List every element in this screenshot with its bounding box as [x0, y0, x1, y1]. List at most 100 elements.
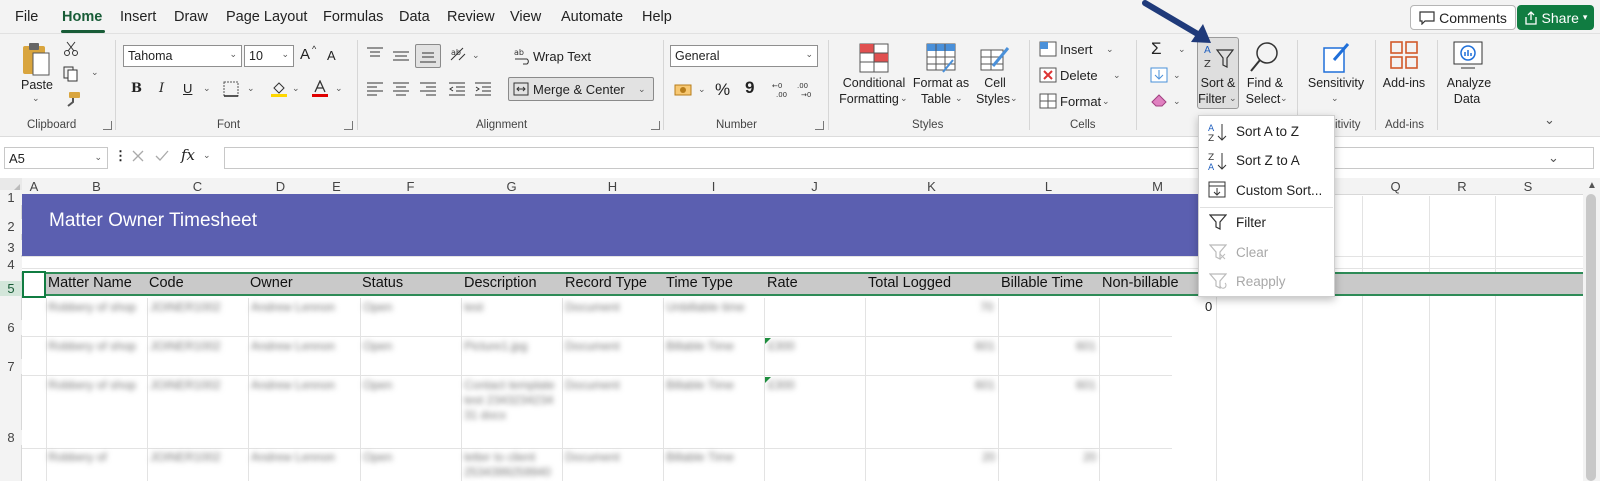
- cell-value[interactable]: Billable Time: [666, 378, 734, 393]
- cell-value[interactable]: Document: [565, 450, 620, 465]
- error-indicator-icon[interactable]: [765, 338, 771, 344]
- merge-dropdown-icon[interactable]: ⌄: [638, 84, 646, 95]
- header-status[interactable]: Status: [362, 275, 403, 291]
- format-table-dropdown-icon[interactable]: ⌄: [955, 93, 963, 104]
- insert-function-button[interactable]: fx: [181, 146, 195, 164]
- header-description[interactable]: Description: [464, 275, 537, 291]
- fill-icon[interactable]: [1150, 67, 1168, 83]
- add-ins-label[interactable]: Add-ins: [1380, 75, 1428, 91]
- column-header-k[interactable]: K: [865, 179, 998, 194]
- scrollbar-thumb[interactable]: [1586, 194, 1596, 481]
- fill-color-dropdown-icon[interactable]: ⌄: [292, 83, 300, 94]
- cell-value[interactable]: Robbery of shop: [48, 339, 142, 354]
- column-header-b[interactable]: B: [46, 179, 147, 194]
- header-code[interactable]: Code: [149, 275, 184, 291]
- sort-a-to-z-item[interactable]: Sort A to Z: [1236, 124, 1299, 139]
- tab-help[interactable]: Help: [642, 9, 672, 25]
- middle-align-icon[interactable]: [392, 49, 410, 63]
- conditional-dropdown-icon[interactable]: ⌄: [900, 93, 908, 104]
- row-header-7[interactable]: 7: [0, 359, 22, 374]
- sensitivity-icon[interactable]: [1320, 40, 1352, 74]
- cell-value[interactable]: Document: [565, 339, 620, 354]
- expand-formula-bar-icon[interactable]: ⌄: [1548, 150, 1559, 166]
- row-header-6[interactable]: 6: [0, 320, 22, 335]
- header-rate[interactable]: Rate: [767, 275, 798, 291]
- header-non-billable[interactable]: Non-billable: [1102, 275, 1179, 291]
- column-header-g[interactable]: G: [461, 179, 562, 194]
- cell-value[interactable]: 20: [1083, 450, 1096, 465]
- column-header-r[interactable]: R: [1429, 179, 1495, 194]
- cell-value[interactable]: £300: [768, 339, 795, 354]
- header-record-type[interactable]: Record Type: [565, 275, 647, 291]
- column-header-c[interactable]: C: [147, 179, 248, 194]
- fx-dropdown-icon[interactable]: ⌄: [203, 150, 211, 161]
- insert-dropdown-icon[interactable]: ⌄: [1106, 44, 1114, 55]
- format-dropdown-icon[interactable]: ⌄: [1102, 96, 1110, 107]
- decrease-font-icon[interactable]: A: [327, 48, 336, 63]
- share-dropdown-icon[interactable]: ▾: [1583, 12, 1588, 23]
- sort-z-to-a-item[interactable]: Sort Z to A: [1236, 153, 1300, 168]
- cell-value[interactable]: Andrew Lennon: [251, 450, 335, 465]
- tab-page-layout[interactable]: Page Layout: [226, 9, 307, 25]
- conditional-formatting-label-1[interactable]: Conditional: [836, 75, 912, 91]
- insert-cells-icon[interactable]: [1039, 41, 1057, 57]
- bold-button[interactable]: B: [131, 81, 142, 96]
- header-owner[interactable]: Owner: [250, 275, 293, 291]
- orientation-dropdown-icon[interactable]: ⌄: [472, 50, 480, 61]
- column-header-e[interactable]: E: [313, 179, 360, 194]
- row-header-3[interactable]: 3: [0, 240, 22, 255]
- cell-value[interactable]: Document: [565, 378, 620, 393]
- format-cells-button[interactable]: Format: [1060, 94, 1101, 109]
- sensitivity-dropdown-icon[interactable]: ⌄: [1331, 93, 1339, 104]
- cell-value[interactable]: 601: [975, 339, 995, 354]
- clipboard-launcher-icon[interactable]: [103, 121, 112, 130]
- wrap-text-icon[interactable]: ab: [514, 47, 532, 65]
- italic-button[interactable]: I: [159, 81, 164, 96]
- font-name-select[interactable]: Tahoma ⌄: [123, 45, 242, 67]
- font-color-dropdown-icon[interactable]: ⌄: [335, 83, 343, 94]
- cell-value[interactable]: Billable Time: [666, 450, 734, 465]
- tab-view[interactable]: View: [510, 9, 541, 25]
- formula-bar-more-icon[interactable]: ⋮: [114, 148, 127, 164]
- cell-value[interactable]: Open: [363, 339, 392, 354]
- collapse-ribbon-icon[interactable]: ⌄: [1544, 112, 1555, 128]
- column-header-s[interactable]: S: [1495, 179, 1561, 194]
- tab-review[interactable]: Review: [447, 9, 495, 25]
- comma-style-button[interactable]: 9: [745, 78, 754, 98]
- find-select-label-1[interactable]: Find &: [1244, 75, 1286, 91]
- decrease-indent-icon[interactable]: [448, 81, 466, 97]
- clear-dropdown-icon[interactable]: ⌄: [1173, 96, 1181, 107]
- decrease-decimal-icon[interactable]: .00→0: [797, 80, 817, 98]
- cell-value[interactable]: 601: [1076, 378, 1096, 393]
- delete-cells-icon[interactable]: [1039, 67, 1057, 83]
- format-as-table-icon[interactable]: [925, 42, 957, 74]
- cell-n6-value[interactable]: 0: [1205, 299, 1212, 314]
- align-left-icon[interactable]: [366, 81, 384, 97]
- cell-value[interactable]: 70: [980, 300, 993, 315]
- row-header-2[interactable]: 2: [0, 219, 22, 234]
- cell-value[interactable]: Robbery of shop: [48, 378, 142, 393]
- column-header-d[interactable]: D: [248, 179, 313, 194]
- formula-input[interactable]: [224, 147, 1594, 169]
- cell-value[interactable]: Andrew Lennon: [251, 339, 335, 354]
- cell-value[interactable]: JOINER1002: [150, 339, 221, 354]
- column-header-j[interactable]: J: [764, 179, 865, 194]
- insert-cells-button[interactable]: Insert: [1060, 42, 1093, 57]
- font-size-select[interactable]: 10 ⌄: [244, 45, 294, 67]
- cell-value[interactable]: Robbery of shop: [48, 300, 142, 315]
- tab-automate[interactable]: Automate: [561, 9, 623, 25]
- column-header-q[interactable]: Q: [1362, 179, 1429, 194]
- accounting-format-icon[interactable]: [674, 82, 696, 98]
- cell-value[interactable]: letter to client 2534399259940: [464, 450, 558, 480]
- find-select-icon[interactable]: [1249, 40, 1281, 74]
- error-indicator-icon[interactable]: [765, 377, 771, 383]
- borders-dropdown-icon[interactable]: ⌄: [247, 83, 255, 94]
- row-header-5[interactable]: 5: [0, 281, 22, 296]
- format-cells-icon[interactable]: [1039, 93, 1057, 109]
- cell-value[interactable]: Billable Time: [666, 339, 734, 354]
- cell-styles-label-2[interactable]: Styles: [975, 91, 1011, 107]
- tab-insert[interactable]: Insert: [120, 9, 156, 25]
- delete-dropdown-icon[interactable]: ⌄: [1113, 70, 1121, 81]
- header-time-type[interactable]: Time Type: [666, 275, 733, 291]
- row-header-8[interactable]: 8: [0, 430, 22, 445]
